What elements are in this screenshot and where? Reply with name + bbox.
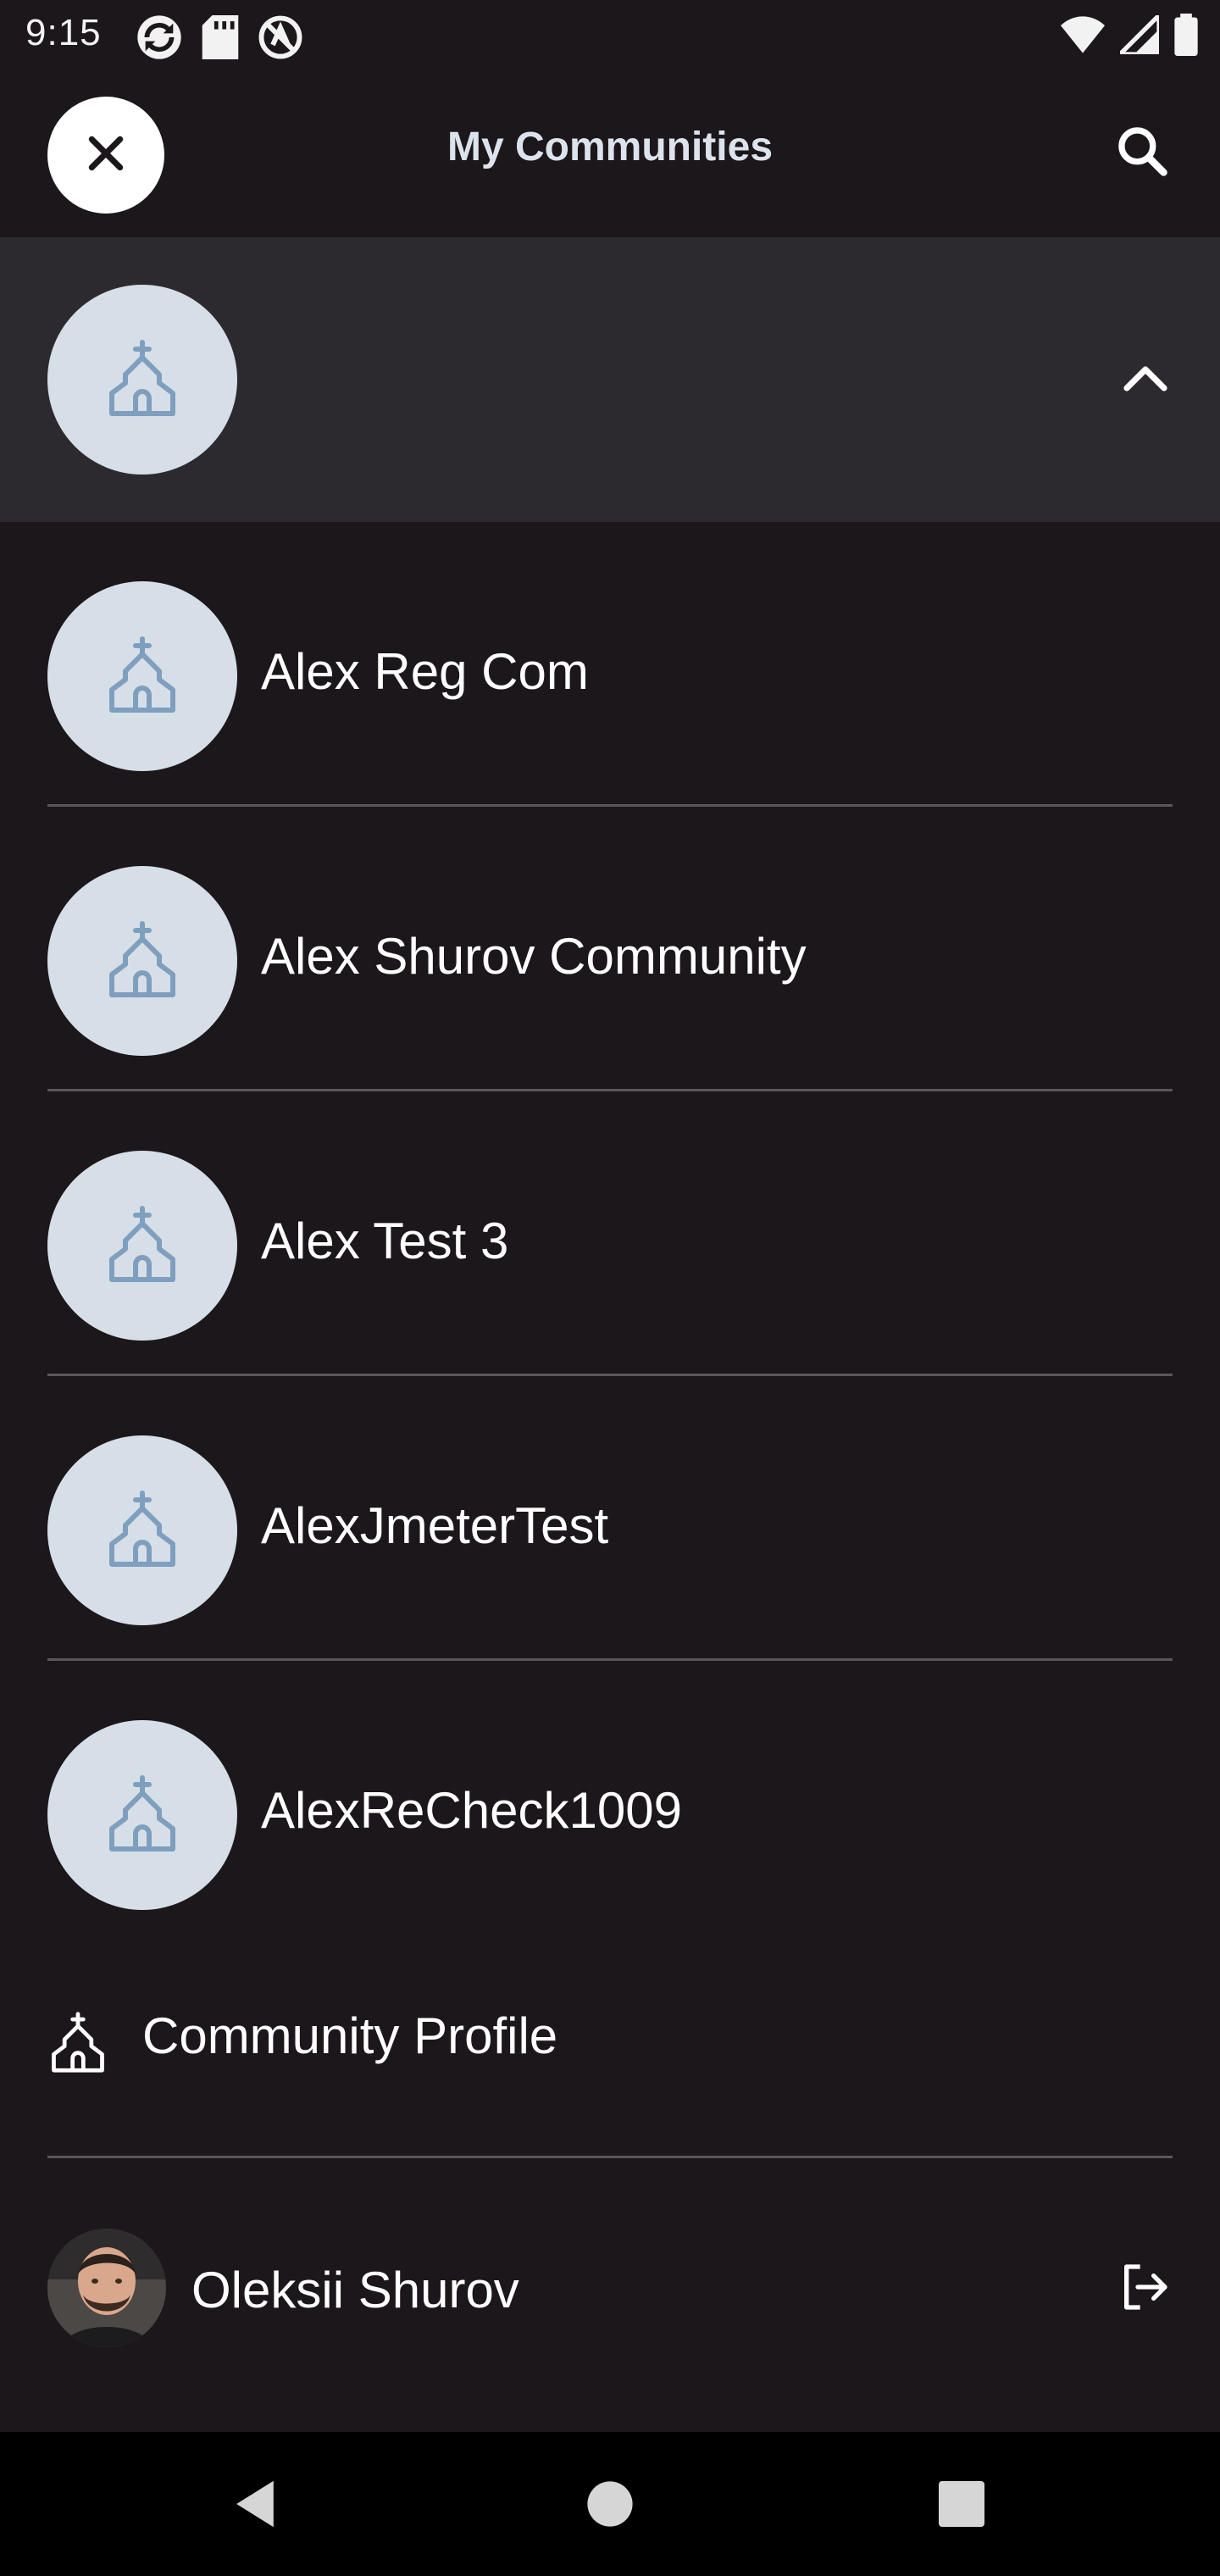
page-title: My Communities [446, 125, 774, 169]
battery-icon [1174, 14, 1198, 60]
status-notification-icons [136, 14, 303, 65]
church-icon [102, 919, 183, 1004]
current-community-avatar [47, 285, 237, 475]
community-name: AlexJmeterTest [261, 1497, 609, 1554]
collapse-toggle[interactable] [1105, 339, 1186, 420]
community-avatar [47, 1151, 237, 1341]
logout-icon [1117, 2260, 1172, 2318]
recents-square-icon [939, 2480, 984, 2531]
avatar[interactable] [47, 2229, 166, 2347]
home-button[interactable] [572, 2468, 648, 2544]
church-icon [102, 1488, 183, 1574]
community-item[interactable]: Alex Test 3 [0, 1091, 1220, 1376]
sd-card-icon [202, 15, 239, 64]
church-outline-icon [46, 2010, 110, 2079]
community-avatar [47, 1435, 237, 1625]
community-name: Alex Test 3 [261, 1213, 509, 1269]
church-icon [102, 337, 183, 423]
back-triangle-icon [231, 2479, 279, 2534]
search-icon [1113, 122, 1171, 184]
app-header: My Communities [0, 71, 1220, 237]
church-icon [102, 1773, 183, 1858]
community-avatar [47, 1720, 237, 1910]
home-circle-icon [586, 2480, 634, 2532]
divider [47, 2156, 1173, 2158]
user-row: Oleksii Shurov [0, 2159, 1220, 2430]
community-item[interactable]: Alex Shurov Community [0, 807, 1220, 1091]
community-name: Alex Shurov Community [261, 928, 807, 985]
search-button[interactable] [1108, 119, 1176, 186]
community-profile-label: Community Profile [142, 2007, 558, 2064]
chevron-up-icon [1122, 363, 1169, 397]
recents-button[interactable] [923, 2468, 1000, 2544]
system-nav-bar [0, 2432, 1220, 2576]
user-name: Oleksii Shurov [191, 2262, 519, 2318]
logout-button[interactable] [1106, 2251, 1183, 2327]
church-icon [102, 634, 183, 719]
community-avatar [47, 581, 237, 771]
back-button[interactable] [217, 2468, 293, 2544]
community-item[interactable]: Alex Reg Com [0, 522, 1220, 807]
community-name: Alex Reg Com [261, 643, 589, 700]
church-icon [102, 1203, 183, 1289]
cellular-signal-icon [1114, 9, 1162, 58]
sync-app-icon [136, 14, 183, 65]
community-name: AlexReCheck1009 [261, 1782, 682, 1839]
community-item[interactable]: AlexReCheck1009 [0, 1661, 1220, 1946]
community-avatar [47, 866, 237, 1056]
no-disturb-app-icon [258, 14, 303, 64]
current-community-row[interactable] [0, 237, 1220, 522]
wifi-icon [1061, 16, 1105, 58]
community-item[interactable]: AlexJmeterTest [0, 1376, 1220, 1661]
community-list: Alex Reg Com Alex Shurov Community Alex … [0, 522, 1220, 1946]
status-time: 9:15 [25, 12, 102, 53]
community-profile-link[interactable]: Community Profile [0, 1949, 1220, 2156]
status-system-icons [1061, 9, 1198, 60]
status-bar: 9:15 [0, 0, 1220, 71]
